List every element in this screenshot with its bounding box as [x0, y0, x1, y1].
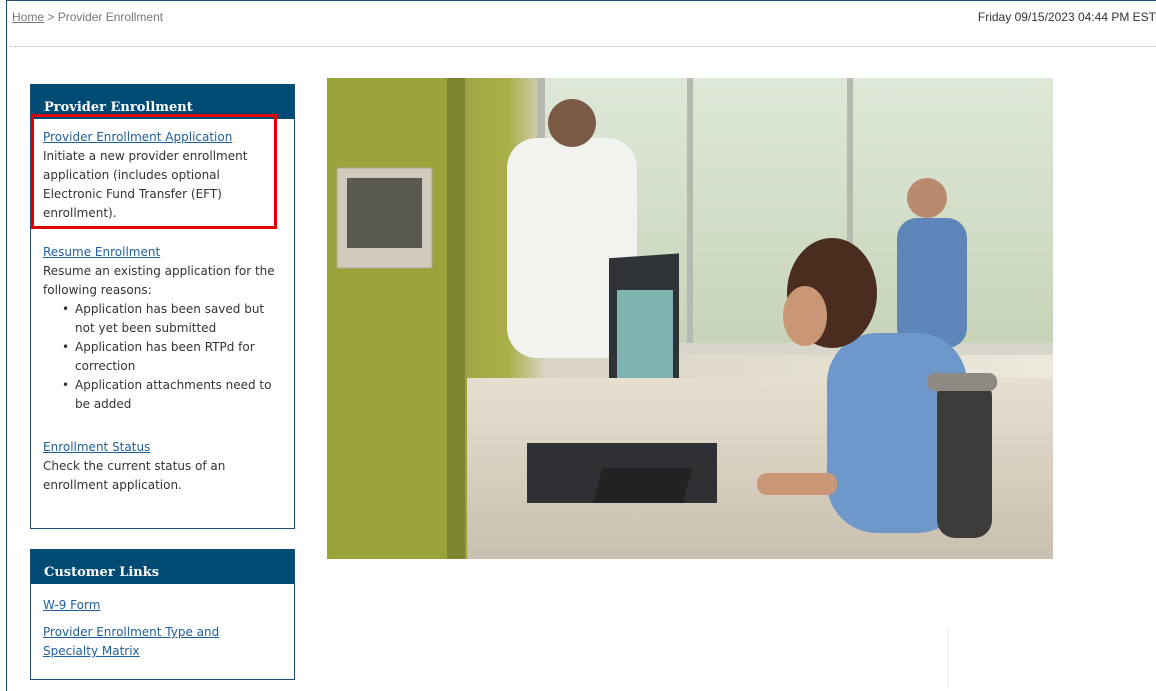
customer-links-title: Customer Links [31, 549, 294, 584]
customer-links-panel: Customer Links W-9 Form Provider Enrollm… [30, 549, 295, 680]
breadcrumb: Home > Provider Enrollment [12, 10, 163, 24]
application-section: Provider Enrollment Application Initiate… [43, 128, 282, 223]
specialty-matrix-link[interactable]: Provider Enrollment Type and Specialty M… [43, 623, 253, 661]
w9-form-link[interactable]: W-9 Form [43, 596, 100, 615]
list-item: Application has been saved but not yet b… [62, 300, 282, 338]
resume-enrollment-link[interactable]: Resume Enrollment [43, 243, 160, 262]
resume-section: Resume Enrollment Resume an existing app… [43, 243, 282, 414]
application-description: Initiate a new provider enrollment appli… [43, 149, 248, 220]
panel-title: Provider Enrollment [31, 84, 294, 119]
current-datetime: Friday 09/15/2023 04:44 PM EST [977, 10, 1156, 24]
healthcare-workstation-photo [327, 78, 1053, 559]
breadcrumb-home-link[interactable]: Home [12, 10, 44, 24]
divider [947, 628, 948, 688]
resume-reasons-list: Application has been saved but not yet b… [43, 300, 282, 414]
hero-illustration [327, 78, 1053, 559]
breadcrumb-current: Provider Enrollment [57, 10, 164, 24]
customer-links-body: W-9 Form Provider Enrollment Type and Sp… [31, 584, 294, 673]
header-divider [10, 46, 1156, 47]
breadcrumb-separator: > [47, 10, 55, 24]
resume-description: Resume an existing application for the f… [43, 264, 275, 297]
status-section: Enrollment Status Check the current stat… [43, 438, 282, 495]
provider-enrollment-application-link[interactable]: Provider Enrollment Application [43, 128, 232, 147]
provider-enrollment-panel: Provider Enrollment Provider Enrollment … [30, 84, 295, 529]
enrollment-status-link[interactable]: Enrollment Status [43, 438, 150, 457]
status-description: Check the current status of an enrollmen… [43, 459, 226, 492]
list-item: Application attachments need to be added [62, 376, 282, 414]
list-item: Application has been RTPd for correction [62, 338, 282, 376]
panel-body: Provider Enrollment Application Initiate… [31, 119, 294, 521]
